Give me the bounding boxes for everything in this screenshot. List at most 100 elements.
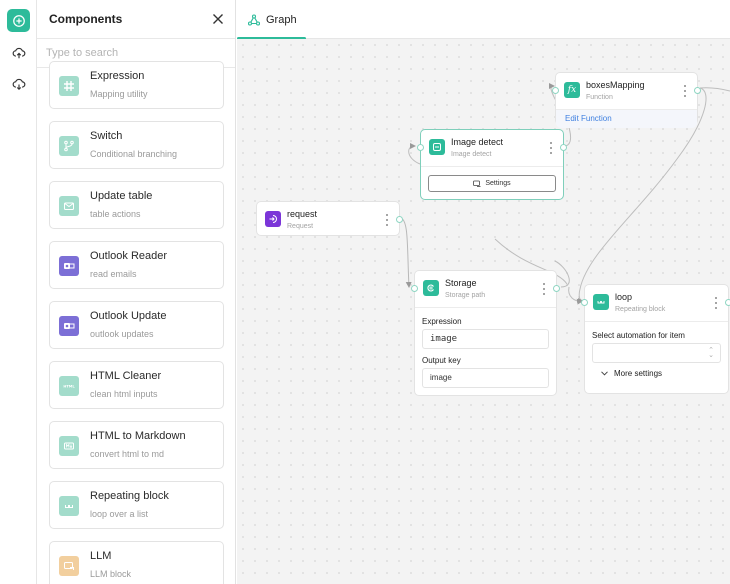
- login-icon: [265, 211, 281, 227]
- node-image-detect[interactable]: Image detect Image detect Settings: [417, 129, 567, 200]
- cloud-download-icon: [12, 78, 25, 90]
- node-boxes-mapping[interactable]: fx boxesMapping Function Edit Function: [552, 72, 701, 128]
- updown-chevron-icon: ⌃ ⌄: [708, 347, 714, 359]
- cloud-upload-icon: [12, 47, 25, 58]
- component-card[interactable]: Outlook Reader read emails: [49, 241, 224, 289]
- component-name: Update table: [90, 190, 153, 202]
- component-card[interactable]: LLM LLM block: [49, 541, 224, 584]
- node-menu-button[interactable]: [681, 85, 689, 97]
- mail-edit-icon: [59, 196, 79, 216]
- output-port[interactable]: [560, 144, 567, 151]
- graph-icon: [248, 13, 260, 26]
- settings-label: Settings: [485, 180, 511, 187]
- tab-graph[interactable]: Graph: [237, 0, 306, 40]
- component-card[interactable]: Expression Mapping utility: [49, 61, 224, 109]
- component-description: LLM block: [90, 569, 132, 579]
- upload-button[interactable]: [7, 41, 30, 64]
- component-name: Switch: [90, 130, 123, 142]
- component-name: HTML Cleaner: [90, 370, 162, 382]
- outlook-icon: [59, 256, 79, 276]
- outlook-icon: [59, 316, 79, 336]
- expression-input[interactable]: image: [422, 329, 549, 349]
- output-key-input[interactable]: image: [422, 368, 549, 388]
- component-card[interactable]: HTML to Markdown convert html to md: [49, 421, 224, 469]
- component-description: convert html to md: [90, 449, 165, 459]
- component-list[interactable]: Expression Mapping utility Switch Condition…: [37, 61, 235, 584]
- component-description: outlook updates: [90, 329, 154, 339]
- input-port[interactable]: [552, 87, 559, 94]
- tab-bar: Graph: [237, 0, 730, 40]
- component-card[interactable]: Switch Conditional branching: [49, 121, 224, 169]
- component-card[interactable]: Outlook Update outlook updates: [49, 301, 224, 349]
- input-port[interactable]: [417, 144, 424, 151]
- download-button[interactable]: [7, 72, 30, 95]
- component-description: read emails: [90, 269, 137, 279]
- left-rail: [0, 0, 37, 584]
- node-menu-button[interactable]: [383, 214, 391, 226]
- automation-select[interactable]: ⌃ ⌄: [592, 343, 721, 363]
- select-value: [593, 350, 599, 359]
- panel-title: Components: [49, 12, 123, 26]
- storage-icon: [423, 280, 439, 296]
- input-port[interactable]: [581, 299, 588, 306]
- output-port[interactable]: [694, 87, 701, 94]
- node-loop[interactable]: loop Repeating block Select automation f…: [581, 284, 730, 394]
- graph-canvas[interactable]: fx boxesMapping Function Edit Function I…: [237, 39, 730, 584]
- node-menu-button[interactable]: [712, 297, 720, 309]
- loop-icon: [593, 294, 609, 310]
- component-card[interactable]: Repeating block loop over a list: [49, 481, 224, 529]
- node-header: request Request: [257, 202, 403, 237]
- markdown-icon: [59, 436, 79, 456]
- node-header: fx boxesMapping Function: [552, 73, 701, 109]
- component-name: LLM: [90, 550, 112, 562]
- input-port[interactable]: [411, 285, 418, 292]
- node-subtitle: Repeating block: [615, 306, 666, 313]
- select-automation-label: Select automation for item: [592, 331, 685, 340]
- svg-text:HTML: HTML: [63, 385, 75, 389]
- node-subtitle: Function: [586, 94, 613, 101]
- component-description: clean html inputs: [90, 389, 158, 399]
- main-area: Graph fx boxesMapping Function Edit Func…: [237, 0, 730, 584]
- node-subtitle: Storage path: [445, 292, 486, 299]
- close-icon[interactable]: [211, 12, 225, 26]
- edge-request-storage: [399, 217, 412, 288]
- image-detect-icon: [429, 139, 445, 155]
- component-description: Mapping utility: [90, 89, 148, 99]
- component-card[interactable]: HTML HTML Cleaner clean html inputs: [49, 361, 224, 409]
- chevron-down-icon: [601, 371, 608, 376]
- node-request[interactable]: request Request: [256, 201, 403, 237]
- component-name: HTML to Markdown: [90, 430, 186, 442]
- edit-function-link[interactable]: Edit Function: [556, 110, 697, 128]
- add-component-button[interactable]: [7, 9, 30, 32]
- loop-icon: [59, 496, 79, 516]
- component-card[interactable]: Update table table actions: [49, 181, 224, 229]
- node-menu-button[interactable]: [540, 283, 548, 295]
- components-panel: Components Expression Mapping utility Swit…: [37, 0, 236, 584]
- more-settings-label: More settings: [614, 369, 663, 378]
- component-description: Conditional branching: [90, 149, 178, 159]
- function-icon: fx: [564, 82, 580, 98]
- output-port[interactable]: [725, 299, 730, 306]
- component-description: table actions: [90, 209, 141, 219]
- component-name: Expression: [90, 70, 145, 82]
- add-circle-icon: [12, 14, 25, 27]
- node-storage[interactable]: Storage Storage path Expression image Ou…: [411, 270, 560, 396]
- html-icon: HTML: [59, 376, 79, 396]
- divider: [421, 166, 563, 167]
- branch-icon: [59, 136, 79, 156]
- output-port[interactable]: [396, 216, 403, 223]
- node-menu-button[interactable]: [547, 142, 555, 154]
- more-settings-toggle[interactable]: More settings: [585, 369, 728, 378]
- output-port[interactable]: [553, 285, 560, 292]
- node-title: boxesMapping: [586, 80, 645, 90]
- expression-label: Expression: [422, 317, 462, 326]
- app-window: Components Expression Mapping utility Swit…: [0, 0, 730, 584]
- component-name: Outlook Update: [90, 310, 167, 322]
- component-name: Outlook Reader: [90, 250, 168, 262]
- node-title: Storage: [445, 278, 477, 288]
- component-description: loop over a list: [90, 509, 149, 519]
- settings-button[interactable]: Settings: [428, 175, 556, 192]
- node-header: Storage Storage path: [411, 271, 560, 307]
- node-subtitle: Image detect: [451, 151, 492, 158]
- output-key-label: Output key: [422, 356, 461, 365]
